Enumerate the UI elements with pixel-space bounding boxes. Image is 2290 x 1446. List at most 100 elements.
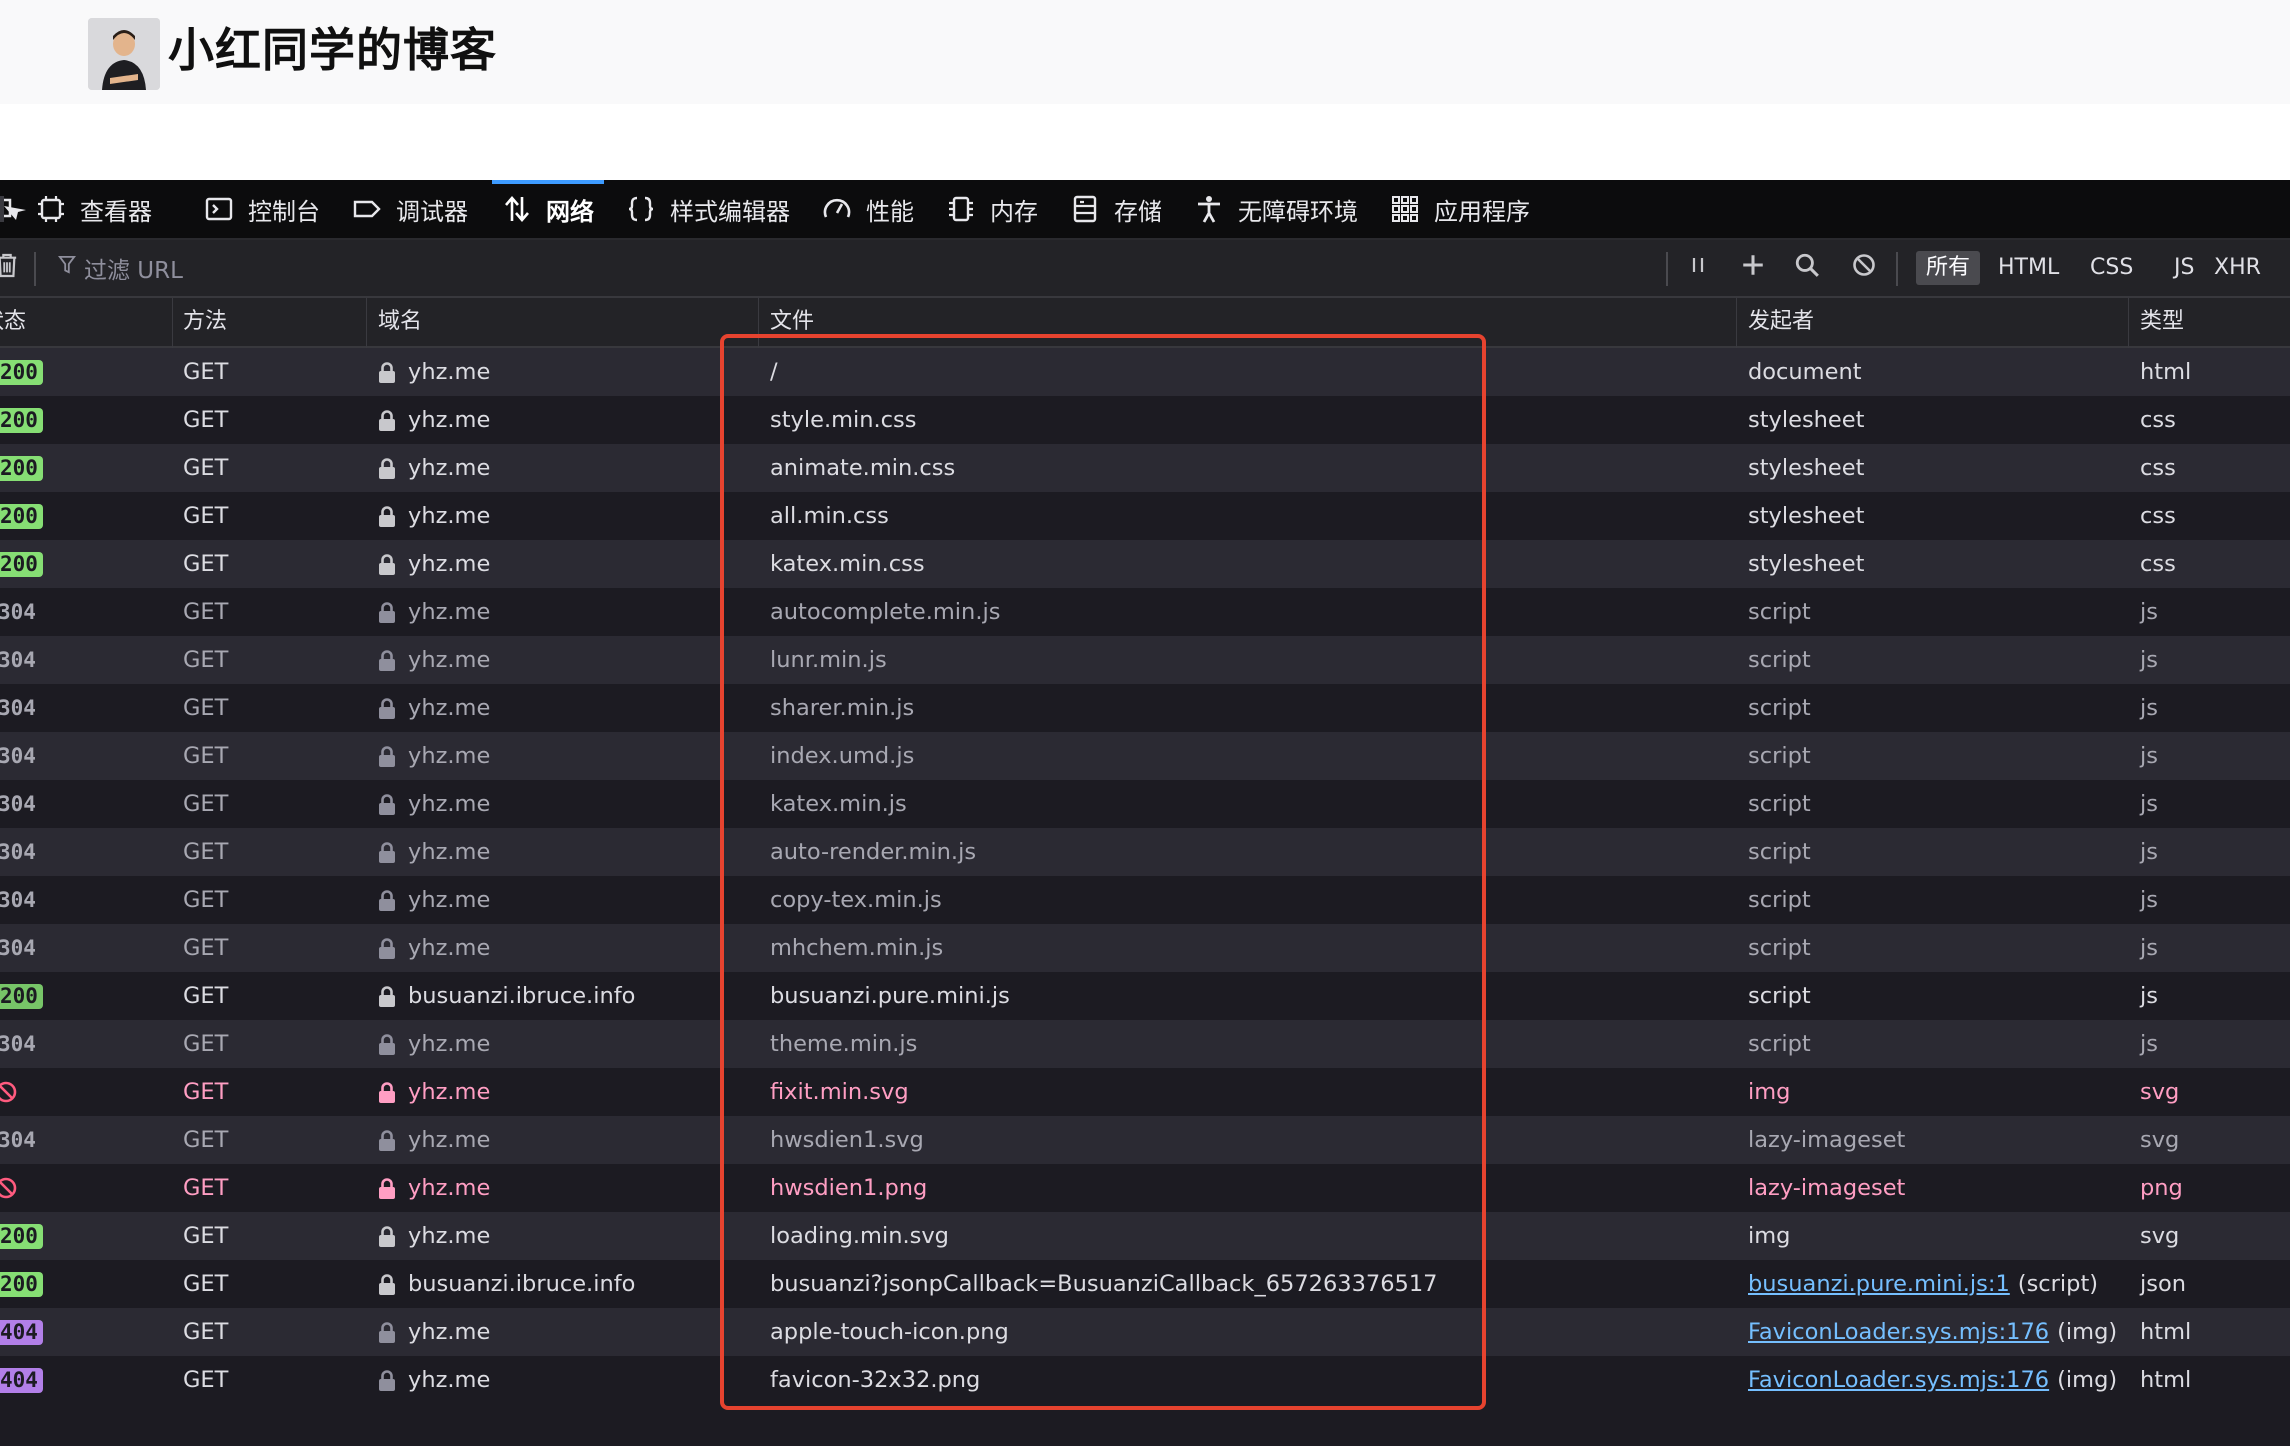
table-row[interactable]: 304 GET yhz.me lunr.min.js script js <box>0 636 2290 684</box>
table-row[interactable]: 304 GET yhz.me autocomplete.min.js script js <box>0 588 2290 636</box>
block-requests-button[interactable] <box>1852 240 1876 296</box>
table-row[interactable]: GET yhz.me hwsdien1.png lazy-imageset png <box>0 1164 2290 1212</box>
table-row[interactable]: 404 GET yhz.me apple-touch-icon.png FaviconL… <box>0 1308 2290 1356</box>
tab-debugger[interactable]: 调试器 <box>352 180 468 238</box>
table-row[interactable]: 200 GET yhz.me katex.min.css stylesheet css <box>0 540 2290 588</box>
status-badge: 304 <box>0 888 36 912</box>
table-row[interactable]: 304 GET yhz.me hwsdien1.svg lazy-imageset svg <box>0 1116 2290 1164</box>
type-filter-css[interactable]: CSS <box>2080 251 2143 285</box>
tab-memory[interactable]: 内存 <box>946 180 1038 238</box>
table-row[interactable]: 200 GET yhz.me all.min.css stylesheet css <box>0 492 2290 540</box>
table-row[interactable]: 304 GET yhz.me index.umd.js script js <box>0 732 2290 780</box>
table-row[interactable]: 304 GET yhz.me sharer.min.js script js <box>0 684 2290 732</box>
initiator-link[interactable]: FaviconLoader.sys.mjs:176 <box>1748 1319 2049 1345</box>
tab-accessibility[interactable]: 无障碍环境 <box>1194 180 1358 238</box>
tab-storage[interactable]: 存储 <box>1070 180 1162 238</box>
table-row[interactable]: 304 GET yhz.me mhchem.min.js script js <box>0 924 2290 972</box>
inspector-icon <box>36 194 66 224</box>
tab-network[interactable]: 网络 <box>492 180 604 238</box>
file-cell: copy-tex.min.js <box>770 887 942 913</box>
tab-label: 无障碍环境 <box>1238 197 1358 226</box>
lock-icon <box>378 985 396 1008</box>
file-cell: katex.min.js <box>770 791 907 817</box>
table-row[interactable]: 304 GET yhz.me auto-render.min.js script js <box>0 828 2290 876</box>
initiator-cell: lazy-imageset <box>1748 1127 1906 1153</box>
table-row[interactable]: 200 GET busuanzi.ibruce.info busuanzi.pure.… <box>0 972 2290 1020</box>
tab-style-editor[interactable]: 样式编辑器 <box>626 180 790 238</box>
initiator-cell: img <box>1748 1223 1791 1249</box>
domain-text: yhz.me <box>408 839 491 865</box>
file-cell: index.umd.js <box>770 743 915 769</box>
file-cell: / <box>770 359 778 385</box>
search-button[interactable] <box>1794 240 1820 296</box>
add-request-button[interactable] <box>1740 240 1766 296</box>
initiator-cell: script <box>1748 839 1811 865</box>
status-badge: 304 <box>0 1032 36 1056</box>
method-cell: GET <box>183 935 229 961</box>
status-badge: 404 <box>0 1368 43 1393</box>
domain-cell: yhz.me <box>378 1068 490 1116</box>
type-filter-html[interactable]: HTML <box>1988 251 2069 285</box>
tab-label: 查看器 <box>80 197 152 226</box>
type-cell: js <box>2140 599 2158 625</box>
devtools-tab-bar: 查看器 控制台 调试器 网络 样式编辑器 性能 内存 存储 无障碍环境 应用程序 <box>0 180 2290 240</box>
status-badge: 200 <box>0 1272 43 1297</box>
initiator-link[interactable]: FaviconLoader.sys.mjs:176 <box>1748 1367 2049 1393</box>
domain-cell: yhz.me <box>378 732 490 780</box>
filter-url-input[interactable]: 过滤 URL <box>58 240 1058 296</box>
domain-text: yhz.me <box>408 1367 491 1393</box>
column-type[interactable]: 类型 <box>2140 298 2184 346</box>
tab-label: 调试器 <box>396 197 468 226</box>
column-initiator[interactable]: 发起者 <box>1748 298 1814 346</box>
domain-text: yhz.me <box>408 1175 491 1201</box>
avatar[interactable] <box>88 18 160 90</box>
initiator-link[interactable]: busuanzi.pure.mini.js:1 <box>1748 1271 2010 1297</box>
tab-console[interactable]: 控制台 <box>204 180 320 238</box>
table-row[interactable]: 200 GET yhz.me style.min.css stylesheet css <box>0 396 2290 444</box>
table-row[interactable]: 404 GET yhz.me favicon-32x32.png FaviconLoad… <box>0 1356 2290 1404</box>
type-cell: css <box>2140 455 2176 481</box>
table-row[interactable]: 200 GET busuanzi.ibruce.info busuanzi?jsonp… <box>0 1260 2290 1308</box>
domain-text: yhz.me <box>408 1127 491 1153</box>
method-cell: GET <box>183 1271 229 1297</box>
lock-icon <box>378 793 396 816</box>
type-cell: js <box>2140 839 2158 865</box>
console-icon <box>204 194 234 224</box>
type-cell: svg <box>2140 1127 2180 1153</box>
tab-inspector[interactable]: 查看器 <box>36 180 152 238</box>
lock-icon <box>378 1033 396 1056</box>
table-row[interactable]: 304 GET yhz.me theme.min.js script js <box>0 1020 2290 1068</box>
lock-icon <box>378 1225 396 1248</box>
table-row[interactable]: 304 GET yhz.me copy-tex.min.js script js <box>0 876 2290 924</box>
column-method[interactable]: 方法 <box>183 298 227 346</box>
method-cell: GET <box>183 599 229 625</box>
clear-requests-button[interactable] <box>0 240 18 296</box>
blog-title[interactable]: 小红同学的博客 <box>168 18 497 82</box>
type-cell: svg <box>2140 1223 2180 1249</box>
status-badge: 200 <box>0 552 43 577</box>
status-badge: 200 <box>0 408 43 433</box>
table-row[interactable]: 304 GET yhz.me katex.min.js script js <box>0 780 2290 828</box>
table-row[interactable]: 200 GET yhz.me animate.min.css stylesheet css <box>0 444 2290 492</box>
blocked-icon <box>0 1176 24 1200</box>
type-filter-js[interactable]: JS <box>2164 251 2204 285</box>
tab-performance[interactable]: 性能 <box>822 180 914 238</box>
table-row[interactable]: 200 GET yhz.me / document html <box>0 348 2290 396</box>
column-file[interactable]: 文件 <box>770 298 814 346</box>
table-row[interactable]: 200 GET yhz.me loading.min.svg img svg <box>0 1212 2290 1260</box>
type-filter-xhr[interactable]: XHR <box>2204 251 2271 285</box>
type-cell: js <box>2140 983 2158 1009</box>
status-badge: 304 <box>0 600 36 624</box>
tab-application[interactable]: 应用程序 <box>1390 180 1530 238</box>
type-filter-all[interactable]: 所有 <box>1916 251 1981 285</box>
column-status[interactable]: 状态 <box>0 298 26 346</box>
type-cell: html <box>2140 1367 2192 1393</box>
lock-icon <box>378 1369 396 1392</box>
type-cell: js <box>2140 695 2158 721</box>
domain-cell: yhz.me <box>378 828 490 876</box>
domain-text: yhz.me <box>408 1031 491 1057</box>
column-domain[interactable]: 域名 <box>378 298 422 346</box>
domain-text: yhz.me <box>408 935 491 961</box>
table-row[interactable]: GET yhz.me fixit.min.svg img svg <box>0 1068 2290 1116</box>
pause-recording-button[interactable] <box>1686 240 1710 296</box>
